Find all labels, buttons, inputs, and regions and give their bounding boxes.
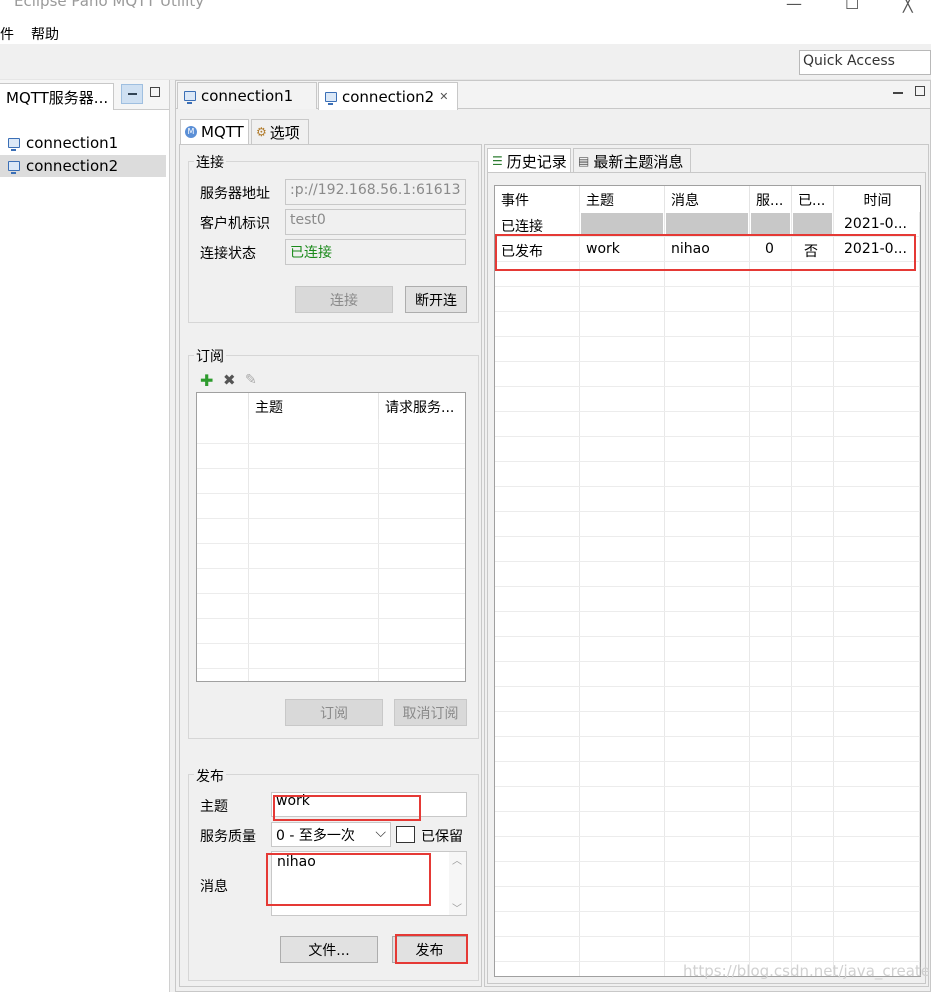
tab-label: connection1 (201, 87, 294, 105)
maximize-view-icon[interactable] (150, 87, 160, 97)
maximize-icon[interactable]: ☐ (845, 0, 859, 13)
watermark-text: https://blog.csdn.net/java_creater (683, 962, 931, 980)
publish-topic-label: 主题 (200, 799, 228, 815)
tree-item-label: connection2 (26, 157, 119, 175)
connection-status-field: 已连接 (285, 239, 466, 265)
history-col-topic: 主题 (580, 186, 665, 212)
server-panel-tabs: MQTT服务器... (0, 80, 169, 110)
add-icon[interactable]: ✚ (200, 371, 213, 390)
history-col-qos: 服... (750, 186, 792, 212)
connect-button[interactable]: 连接 (295, 286, 393, 313)
tab-mqtt-servers[interactable]: MQTT服务器... (0, 83, 114, 110)
history-row-1-event: 已连接 (501, 219, 543, 235)
server-address-label: 服务器地址 (200, 186, 270, 202)
list-icon: ☰ (492, 154, 503, 168)
connection-status-label: 连接状态 (200, 246, 256, 262)
title-bar: Eclipse Paho MQTT Utility — ☐ ╳ (0, 0, 931, 22)
minimize-editor-icon[interactable] (893, 92, 903, 94)
publish-group-label: 发布 (194, 766, 226, 786)
annotation-publish (395, 934, 468, 964)
gear-icon: ⚙ (256, 125, 267, 139)
connection-icon (8, 138, 20, 151)
toolbar: Quick Access (0, 44, 931, 80)
tab-connection2[interactable]: connection2 ✕ (318, 82, 458, 110)
tab-mqtt[interactable]: M MQTT (180, 119, 249, 144)
minimize-view-icon[interactable] (121, 84, 143, 104)
subscription-col-blank (197, 393, 249, 419)
subscribe-button[interactable]: 订阅 (285, 699, 383, 726)
connection-group-label: 连接 (194, 152, 226, 172)
clear-icon[interactable]: ✎ (245, 372, 257, 388)
message-label: 消息 (200, 879, 228, 895)
menu-help[interactable]: 帮助 (31, 24, 59, 44)
quick-access-input[interactable]: Quick Access (799, 50, 931, 75)
qos-label: 服务质量 (200, 829, 256, 845)
table-icon: ▤ (578, 154, 590, 168)
qos-value: 0 - 至多一次 (276, 828, 355, 844)
history-col-message: 消息 (665, 186, 750, 212)
tab-latest-messages[interactable]: ▤ 最新主题消息 (573, 148, 691, 173)
tree-item-connection1[interactable]: connection1 (0, 132, 166, 154)
subscription-table[interactable]: 主题 请求服务... (196, 392, 466, 682)
annotation-message (266, 853, 431, 906)
subscription-col-topic: 主题 (249, 393, 379, 419)
mqtt-icon: M (185, 126, 197, 138)
editor-tabs: connection1 connection2 ✕ (176, 81, 930, 110)
tab-label: 选项 (269, 123, 300, 142)
menu-file[interactable]: 件 (0, 24, 14, 44)
connection-icon (325, 91, 337, 105)
qos-select[interactable]: 0 - 至多一次 ⌵ (271, 822, 391, 847)
tab-label: 历史记录 (506, 152, 567, 171)
annotation-topic (273, 795, 421, 821)
client-id-label: 客户机标识 (200, 216, 270, 232)
history-col-time: 时间 (834, 186, 920, 212)
connection-icon (184, 91, 196, 104)
history-row-1-time: 2021-0... (844, 216, 907, 232)
tab-label: 最新主题消息 (593, 152, 684, 171)
subscription-col-qos: 请求服务... (379, 393, 465, 419)
tab-label: MQTT (201, 123, 244, 141)
history-col-event: 事件 (495, 186, 580, 212)
connection-icon (8, 161, 20, 174)
message-scrollbar[interactable]: ︿ ﹀ (449, 852, 466, 915)
client-id-field[interactable]: test0 (285, 209, 466, 235)
server-panel: MQTT服务器... connection1 connection2 (0, 80, 170, 992)
tree-item-connection2[interactable]: connection2 (0, 155, 166, 177)
tree-item-label: connection1 (26, 134, 119, 152)
annotation-published-row (495, 234, 916, 271)
close-tab-icon[interactable]: ✕ (439, 90, 448, 103)
retained-checkbox[interactable] (396, 826, 415, 843)
tab-connection1[interactable]: connection1 (177, 82, 317, 109)
minimize-icon[interactable]: — (786, 0, 802, 13)
file-button[interactable]: 文件... (280, 936, 378, 963)
disconnect-button[interactable]: 断开连 (405, 286, 467, 313)
chevron-down-icon: ⌵ (375, 825, 386, 841)
unsubscribe-button[interactable]: 取消订阅 (394, 699, 467, 726)
tab-options[interactable]: ⚙ 选项 (251, 119, 309, 144)
close-icon[interactable]: ╳ (903, 0, 913, 13)
tab-history[interactable]: ☰ 历史记录 (487, 148, 571, 173)
subscribe-group-label: 订阅 (194, 346, 226, 366)
delete-icon[interactable]: ✖ (223, 371, 236, 389)
tab-label: connection2 (342, 87, 435, 106)
history-table[interactable]: 事件 主题 消息 服... 已... 时间 已连接 2021-0... 已发布 … (494, 185, 921, 977)
maximize-editor-icon[interactable] (915, 86, 925, 96)
history-col-retained: 已... (792, 186, 834, 212)
menu-bar: 件 帮助 (0, 22, 931, 44)
server-address-field[interactable]: :p://192.168.56.1:61613 (285, 179, 466, 205)
retained-label: 已保留 (421, 829, 463, 845)
window-title: Eclipse Paho MQTT Utility (14, 0, 205, 10)
